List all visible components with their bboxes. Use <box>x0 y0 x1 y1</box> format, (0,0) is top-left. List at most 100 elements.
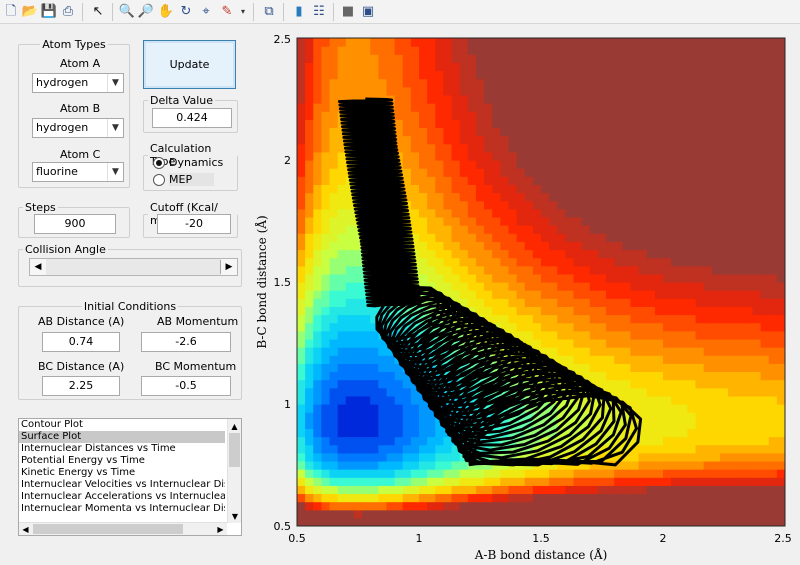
collision-angle-slider[interactable]: ◀ ▶ <box>29 258 238 276</box>
plot-list-item[interactable]: Internuclear Momenta vs Internuclear Dis… <box>19 503 225 515</box>
scroll-down-arrow-icon[interactable]: ▼ <box>228 509 241 523</box>
plot-list-item[interactable]: Surface Plot <box>19 431 225 443</box>
rotate-3d-icon[interactable]: ↻ <box>177 3 195 21</box>
ab-momentum-input[interactable]: -2.6 <box>141 332 231 352</box>
heatmap-cell <box>711 452 721 462</box>
heatmap-cell <box>337 38 347 47</box>
new-file-icon[interactable]: 🗋 <box>2 3 20 21</box>
hide-plot-tools-icon[interactable]: ■ <box>339 3 357 21</box>
bc-distance-input[interactable]: 2.25 <box>42 376 120 396</box>
heatmap-cell <box>419 135 428 145</box>
heatmap-cell <box>614 127 623 137</box>
heatmap-cell <box>614 322 623 332</box>
heatmap-cell <box>321 225 331 234</box>
atom-c-select[interactable]: fluorine ▼ <box>32 162 124 182</box>
heatmap-cell <box>752 54 762 63</box>
mep-radio[interactable]: MEP <box>153 173 215 186</box>
cutoff-input[interactable]: -20 <box>157 214 231 234</box>
scroll-right-arrow-icon[interactable]: ▶ <box>214 523 227 535</box>
heatmap-cell <box>394 485 404 495</box>
delta-value-input[interactable]: 0.424 <box>152 108 232 128</box>
heatmap-cell <box>297 306 306 316</box>
heatmap-cell <box>516 127 526 137</box>
heatmap-cell <box>500 225 510 234</box>
heatmap-cell <box>573 127 583 137</box>
scroll-up-arrow-icon[interactable]: ▲ <box>228 419 241 433</box>
heatmap-cell <box>386 62 396 72</box>
heatmap-cell <box>589 160 599 169</box>
plot-type-listbox[interactable]: Contour Plot Surface Plot Internuclear Dis… <box>18 418 242 536</box>
plot-list-item[interactable]: Potential Energy vs Time <box>19 455 225 467</box>
plot-list-item[interactable]: Internuclear Velocities vs Internuclear … <box>19 479 225 491</box>
heatmap-cell <box>370 469 379 478</box>
heatmap-cell <box>614 160 623 169</box>
plot-list-item[interactable]: Kinetic Energy vs Time <box>19 467 225 479</box>
heatmap-cell <box>475 119 485 129</box>
heatmap-cell <box>435 200 444 210</box>
heatmap-cell <box>508 257 518 267</box>
heatmap-cell <box>305 273 314 283</box>
heatmap-cell <box>597 119 607 129</box>
heatmap-cell <box>305 86 314 96</box>
slider-left-arrow-icon[interactable]: ◀ <box>30 259 46 275</box>
chevron-down-icon[interactable]: ▾ <box>234 3 252 21</box>
heatmap-cell <box>736 338 745 348</box>
heatmap-cell <box>646 517 656 526</box>
heatmap-cell <box>305 485 314 495</box>
zoom-in-icon[interactable]: 🔍 <box>118 3 136 21</box>
print-icon[interactable]: ⎙ <box>59 3 77 21</box>
save-icon[interactable]: 💾 <box>40 3 58 21</box>
heatmap-cell <box>459 241 469 251</box>
heatmap-cell <box>410 62 420 72</box>
potential-energy-surface-plot[interactable]: 0.5 1 1.5 2 2.5 0.5 1 1.5 2 2.5 A-B bond… <box>255 26 800 565</box>
heatmap-cell <box>654 517 664 526</box>
heatmap-cell <box>386 509 396 519</box>
heatmap-cell <box>671 249 680 259</box>
pan-hand-icon[interactable]: ✋ <box>157 3 175 21</box>
data-cursor-icon[interactable]: ⌖ <box>197 3 215 21</box>
show-plot-tools-icon[interactable]: ▣ <box>359 3 377 21</box>
heatmap-cell <box>353 338 363 348</box>
scroll-left-arrow-icon[interactable]: ◀ <box>19 523 32 535</box>
heatmap-cell <box>606 208 615 218</box>
heatmap-cell <box>500 257 510 267</box>
open-folder-icon[interactable]: 📂 <box>21 3 39 21</box>
heatmap-cell <box>329 330 339 340</box>
plot-list-item[interactable]: Contour Plot <box>19 419 225 431</box>
atom-b-select[interactable]: hydrogen ▼ <box>32 118 124 138</box>
ab-distance-input[interactable]: 0.74 <box>42 332 120 352</box>
heatmap-cell <box>492 135 501 145</box>
scrollbar-thumb[interactable] <box>229 433 240 467</box>
plot-list-item[interactable]: Internuclear Accelerations vs Internucle… <box>19 491 225 503</box>
heatmap-cell <box>549 38 558 47</box>
legend-icon[interactable]: ☷ <box>310 3 328 21</box>
atom-a-select[interactable]: hydrogen ▼ <box>32 73 124 93</box>
colorbar-icon[interactable]: ▮ <box>290 3 308 21</box>
heatmap-cell <box>516 176 526 185</box>
bc-momentum-input[interactable]: -0.5 <box>141 376 231 396</box>
heatmap-cell <box>573 225 583 234</box>
listbox-horizontal-scrollbar[interactable]: ◀ ▶ <box>19 522 227 535</box>
heatmap-cell <box>549 54 558 63</box>
plot-list-item[interactable]: Internuclear Distances vs Time <box>19 443 225 455</box>
heatmap-cell <box>492 469 501 478</box>
heatmap-cell <box>768 290 778 299</box>
slider-right-arrow-icon[interactable]: ▶ <box>221 259 237 275</box>
heatmap-cell <box>736 233 745 242</box>
heatmap-cell <box>378 379 388 389</box>
heatmap-cell <box>687 460 697 470</box>
heatmap-cell <box>768 509 778 519</box>
zoom-out-icon[interactable]: 🔎 <box>137 3 155 21</box>
heatmap-cell <box>451 38 461 47</box>
hscrollbar-thumb[interactable] <box>33 524 183 534</box>
heatmap-cell <box>475 233 485 242</box>
heatmap-cell <box>597 176 607 185</box>
heatmap-cell <box>646 208 656 218</box>
link-plot-icon[interactable]: ⧉ <box>260 3 278 21</box>
listbox-vertical-scrollbar[interactable]: ▲ ▼ <box>227 419 241 523</box>
heatmap-cell <box>597 282 607 291</box>
pointer-icon[interactable]: ↖ <box>89 3 107 21</box>
steps-input[interactable]: 900 <box>34 214 116 234</box>
dynamics-radio[interactable]: Dynamics <box>153 156 223 169</box>
update-button[interactable]: Update <box>143 40 236 89</box>
